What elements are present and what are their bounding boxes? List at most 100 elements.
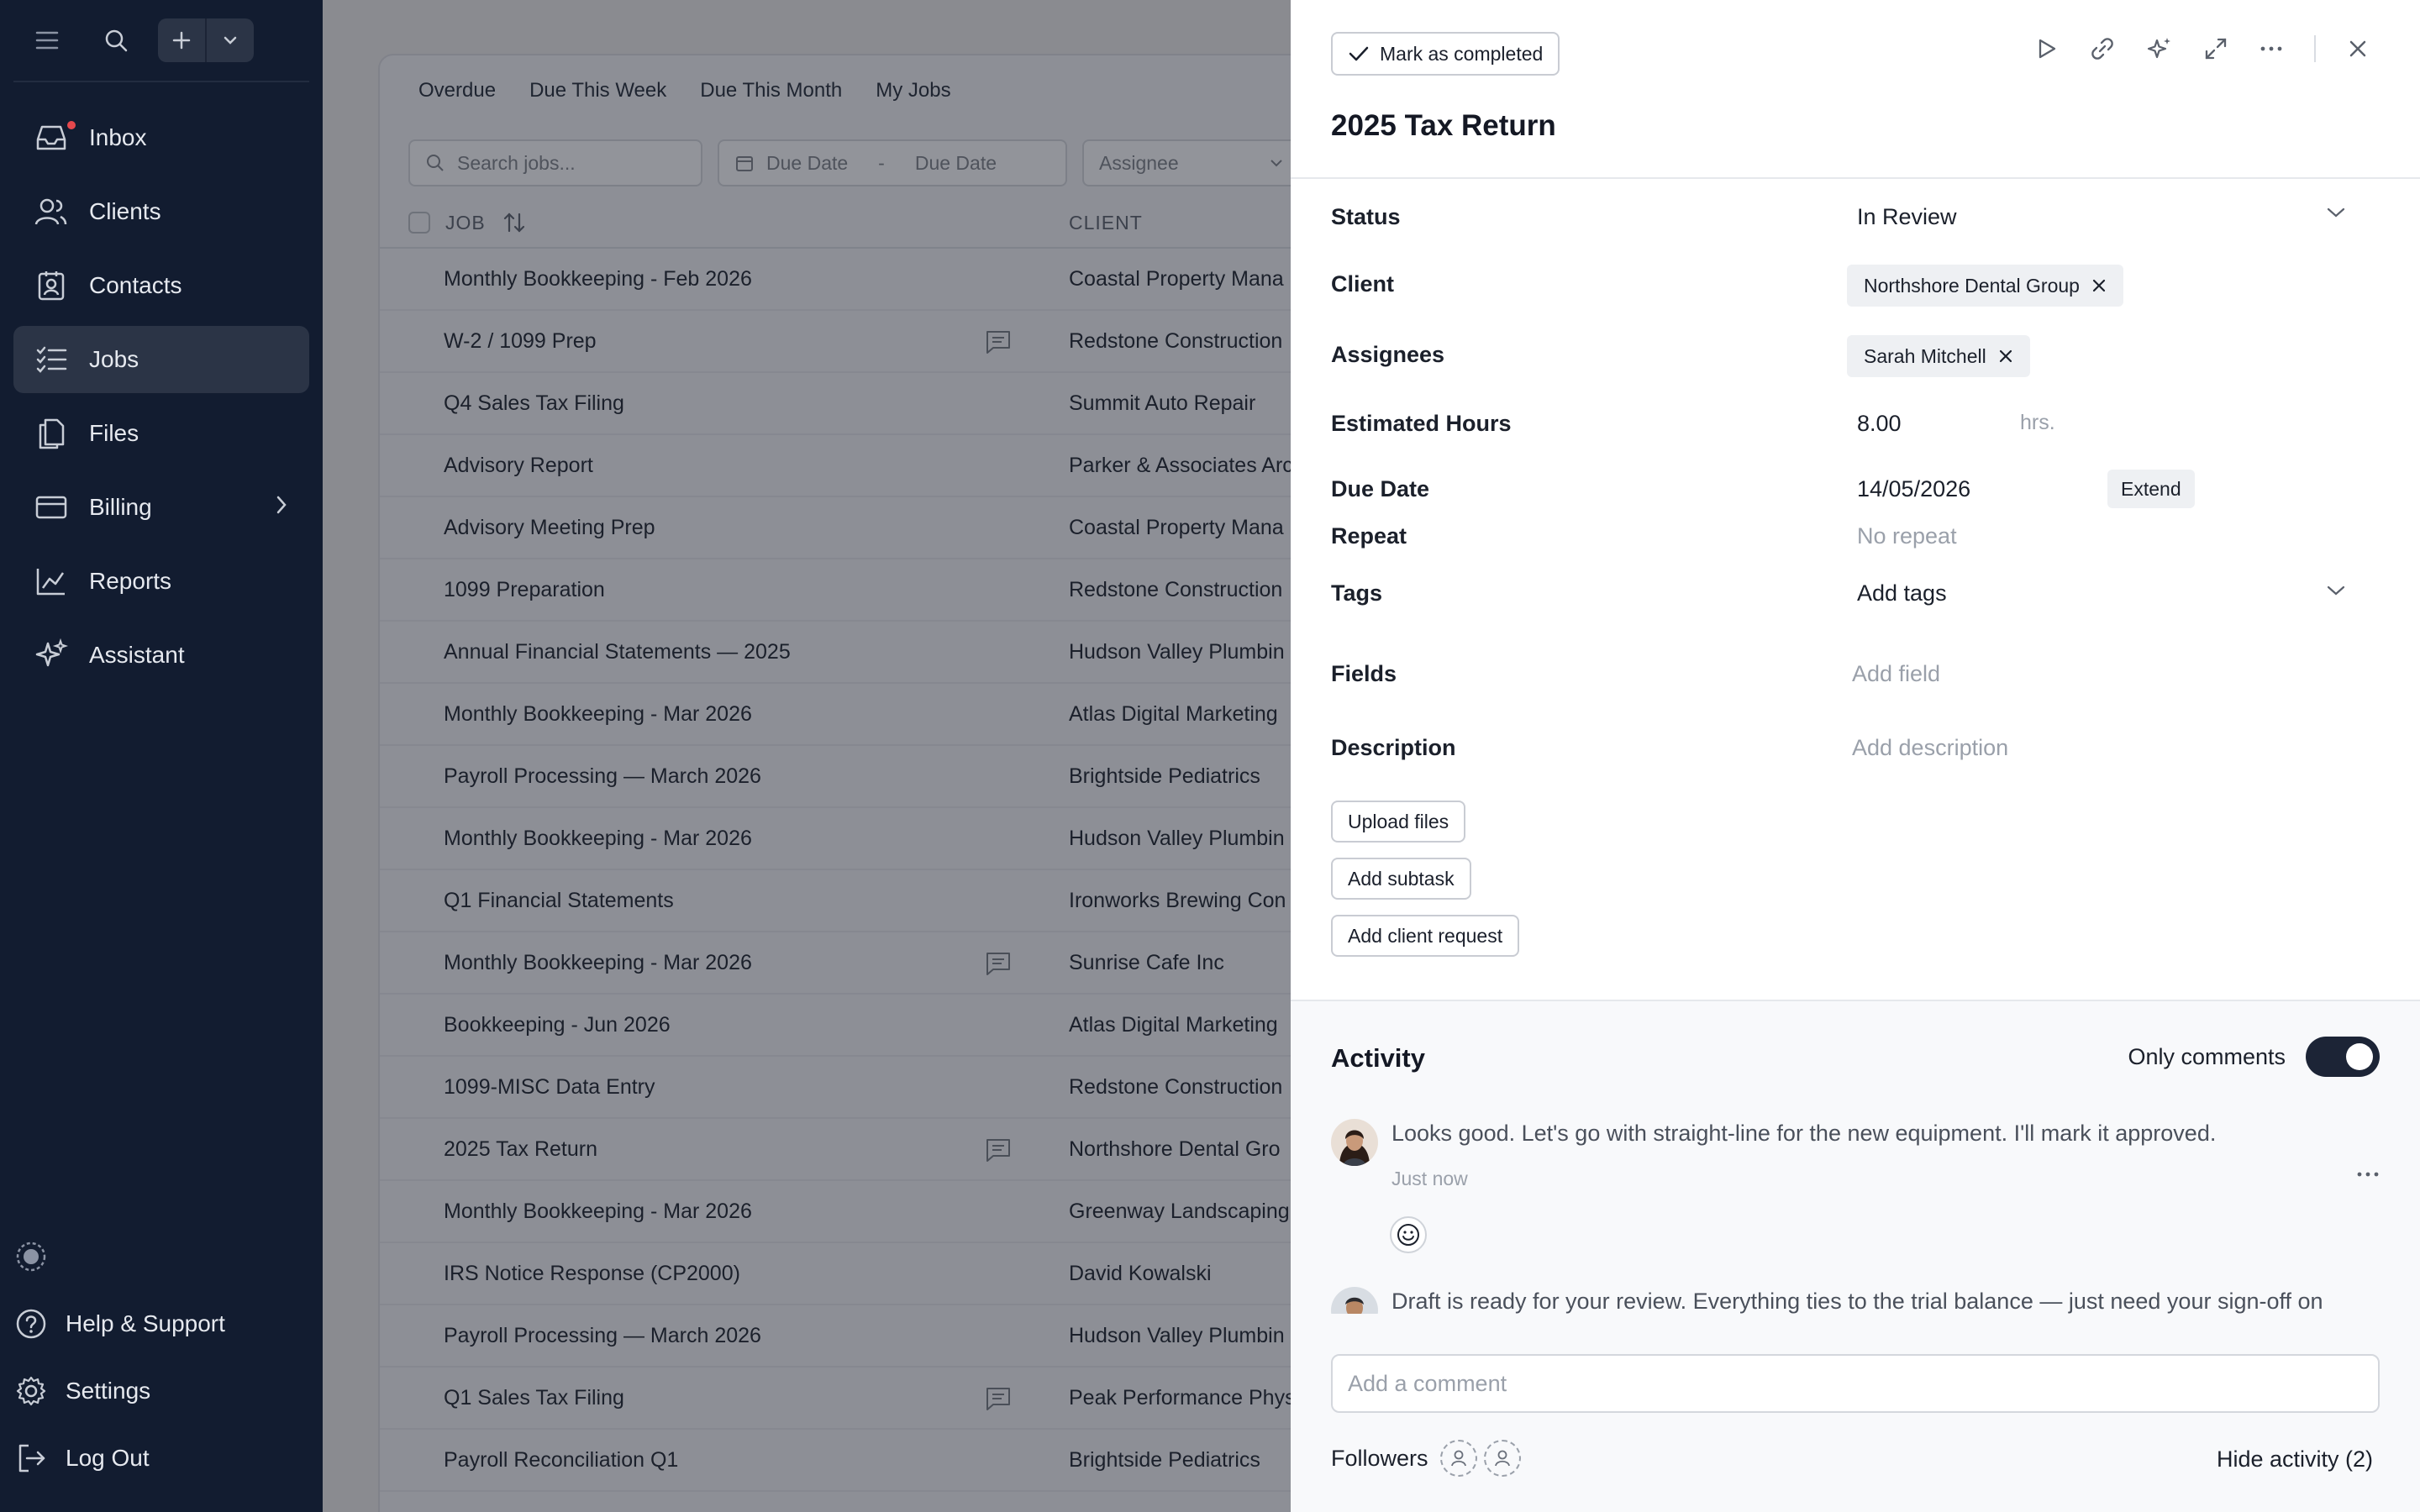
job-name[interactable]: Monthly Bookkeeping - Mar 2026 [444, 827, 752, 851]
table-row[interactable]: Q1 Financial Statements Ironworks Brewing… [380, 870, 1385, 932]
client-name[interactable]: Hudson Valley Plumbin [1069, 827, 1285, 851]
table-row[interactable]: 1099-MISC Data Entry Redstone Constructio… [380, 1057, 1385, 1119]
add-client-request-button[interactable]: Add client request [1331, 915, 1520, 957]
sidebar-item-reports[interactable]: Reports [13, 548, 309, 615]
job-name[interactable]: Q1 Financial Statements [444, 889, 674, 913]
comment-icon[interactable] [985, 951, 1012, 982]
client-name[interactable]: Redstone Construction [1069, 329, 1282, 354]
comment-icon[interactable] [985, 329, 1012, 360]
table-row[interactable]: Q1 Sales Tax Filing Peak Performance Phys [380, 1368, 1385, 1430]
chevron-down-icon[interactable] [2326, 206, 2346, 219]
table-row[interactable]: Monthly Bookkeeping - Mar 2026 Sunrise Ca… [380, 932, 1385, 995]
hide-activity-button[interactable]: Hide activity (2) [2217, 1446, 2373, 1473]
table-row[interactable]: Payroll Processing — March 2026 Brightsid… [380, 746, 1385, 808]
client-name[interactable]: Redstone Construction [1069, 578, 1282, 602]
add-field-button[interactable]: Add field [1852, 661, 1940, 687]
add-subtask-button[interactable]: Add subtask [1331, 858, 1471, 900]
plus-icon[interactable] [158, 18, 205, 62]
comment-icon[interactable] [985, 1386, 1012, 1417]
tab-overdue[interactable]: Overdue [418, 79, 496, 102]
assignee-select[interactable]: Assignee [1082, 139, 1301, 186]
job-name[interactable]: Payroll Processing — March 2026 [444, 1324, 761, 1348]
sidebar-item-files[interactable]: Files [13, 400, 309, 467]
job-name[interactable]: Monthly Bookkeeping - Mar 2026 [444, 951, 752, 975]
tags-select[interactable]: Add tags [1857, 580, 1947, 606]
table-row[interactable]: W-2 / 1099 Prep Redstone Construction [380, 311, 1385, 373]
due-date-input[interactable]: 14/05/2026 [1857, 476, 1970, 502]
repeat-select[interactable]: No repeat [1857, 523, 1957, 549]
mark-as-completed-button[interactable]: Mark as completed [1331, 32, 1560, 76]
create-new-button[interactable] [158, 18, 254, 62]
table-row[interactable]: Q4 Sales Tax Filing Summit Auto Repair [380, 373, 1385, 435]
table-row[interactable]: Advisory Report Parker & Associates Arc [380, 435, 1385, 497]
sidebar-item-inbox[interactable]: Inbox [13, 104, 309, 171]
status-select[interactable]: In Review [1857, 204, 1957, 230]
client-name[interactable]: Peak Performance Phys [1069, 1386, 1296, 1410]
table-row[interactable]: Bookkeeping - Jun 2026 Atlas Digital Mark… [380, 995, 1385, 1057]
sidebar-item-clients[interactable]: Clients [13, 178, 309, 245]
client-name[interactable]: Sunrise Cafe Inc [1069, 951, 1224, 975]
sidebar-item-billing[interactable]: Billing [13, 474, 309, 541]
estimated-hours-input[interactable]: 8.00 [1857, 411, 1902, 437]
job-name[interactable]: Q4 Sales Tax Filing [444, 391, 624, 416]
client-name[interactable]: Ironworks Brewing Con [1069, 889, 1286, 913]
sort-icon[interactable] [502, 211, 526, 234]
table-row[interactable]: Monthly Bookkeeping - Mar 2026 Atlas Digi… [380, 684, 1385, 746]
client-name[interactable]: Summit Auto Repair [1069, 391, 1255, 416]
client-name[interactable]: Parker & Associates Arc [1069, 454, 1293, 478]
client-name[interactable]: Redstone Construction [1069, 1075, 1282, 1100]
add-follower-icon[interactable] [1483, 1440, 1521, 1477]
client-name[interactable]: David Kowalski [1069, 1262, 1212, 1286]
job-name[interactable]: IRS Notice Response (CP2000) [444, 1262, 740, 1286]
sidebar-item-contacts[interactable]: Contacts [13, 252, 309, 319]
chevron-down-icon[interactable] [205, 18, 254, 62]
upload-files-button[interactable]: Upload files [1331, 801, 1466, 843]
description-input[interactable]: Add description [1852, 735, 2008, 761]
table-row[interactable]: 2025 Tax Return Northshore Dental Gro [380, 1119, 1385, 1181]
job-name[interactable]: Monthly Bookkeeping - Mar 2026 [444, 1200, 752, 1224]
job-name[interactable]: Monthly Bookkeeping - Feb 2026 [444, 267, 752, 291]
add-reaction-button[interactable] [1390, 1216, 1427, 1253]
sidebar-item-settings[interactable]: Settings [13, 1357, 309, 1425]
menu-icon[interactable] [25, 18, 69, 62]
sidebar-item-help[interactable]: Help & Support [13, 1290, 309, 1357]
comment-icon[interactable] [985, 1137, 1012, 1168]
status-indicator[interactable] [13, 1223, 309, 1290]
table-row[interactable]: 1099 Preparation Redstone Construction [380, 559, 1385, 622]
job-name[interactable]: Annual Financial Statements — 2025 [444, 640, 791, 664]
client-name[interactable]: Coastal Property Mana [1069, 516, 1284, 540]
client-name[interactable]: Northshore Dental Gro [1069, 1137, 1281, 1162]
table-row[interactable]: Advisory Meeting Prep Coastal Property Ma… [380, 497, 1385, 559]
client-name[interactable]: Coastal Property Mana [1069, 267, 1284, 291]
client-name[interactable]: Greenway Landscaping [1069, 1200, 1290, 1224]
job-name[interactable]: Q1 Sales Tax Filing [444, 1386, 624, 1410]
table-row[interactable]: Monthly Bookkeeping - Feb 2026 Coastal Pr… [380, 249, 1385, 311]
tab-my-jobs[interactable]: My Jobs [876, 79, 950, 102]
table-row[interactable]: Monthly Bookkeeping - Mar 2026 Hudson Val… [380, 808, 1385, 870]
follower-placeholder-icon[interactable] [1439, 1440, 1477, 1477]
job-name[interactable]: 1099 Preparation [444, 578, 605, 602]
chevron-right-icon[interactable] [274, 494, 289, 522]
search-icon[interactable] [94, 18, 138, 62]
chevron-down-icon[interactable] [2326, 584, 2346, 597]
client-name[interactable]: Brightside Pediatrics [1069, 764, 1260, 789]
sidebar-item-assistant[interactable]: Assistant [13, 622, 309, 689]
client-name[interactable]: Hudson Valley Plumbin [1069, 1324, 1285, 1348]
assignee-chip[interactable]: Sarah Mitchell [1847, 335, 2030, 377]
job-name[interactable]: 1099-MISC Data Entry [444, 1075, 655, 1100]
client-name[interactable]: Hudson Valley Plumbin [1069, 640, 1285, 664]
job-name[interactable]: Payroll Reconciliation Q1 [444, 1448, 678, 1473]
only-comments-toggle[interactable] [2306, 1037, 2380, 1077]
table-row[interactable]: IRS Notice Response (CP2000) David Kowals… [380, 1243, 1385, 1305]
add-comment-input[interactable]: Add a comment [1331, 1354, 2380, 1413]
sidebar-item-logout[interactable]: Log Out [13, 1425, 309, 1492]
column-header-client[interactable]: CLIENT [1069, 212, 1143, 234]
more-horizontal-icon[interactable] [2356, 1166, 2380, 1183]
table-row[interactable]: Payroll Processing — March 2026 Hudson Va… [380, 1305, 1385, 1368]
job-name[interactable]: W-2 / 1099 Prep [444, 329, 597, 354]
sidebar-item-jobs[interactable]: Jobs [13, 326, 309, 393]
client-chip[interactable]: Northshore Dental Group [1847, 265, 2123, 307]
job-name[interactable]: Payroll Processing — March 2026 [444, 764, 761, 789]
select-all-checkbox[interactable] [408, 212, 430, 234]
job-name[interactable]: 2025 Tax Return [444, 1137, 597, 1162]
